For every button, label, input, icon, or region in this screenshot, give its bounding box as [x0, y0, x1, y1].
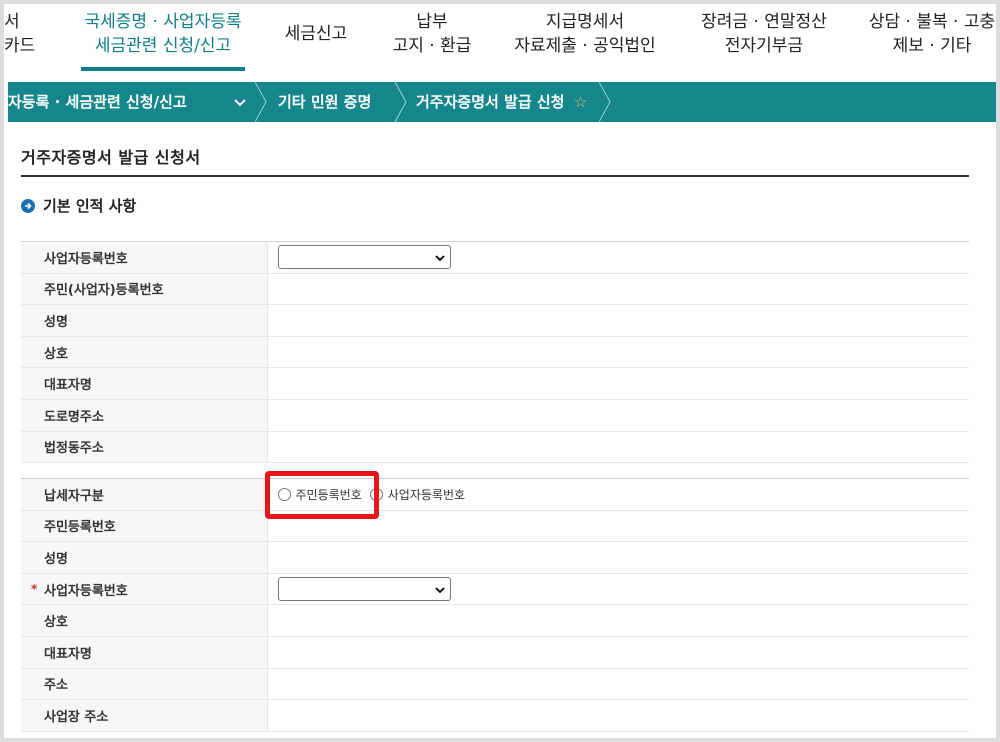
taxpayer-type-radio-group: 주민등록번호 사업자등록번호: [277, 486, 970, 503]
top-navigation: 서 카드 국세증명 · 사업자등록 세금관련 신청/신고 세금신고 납부 고지 …: [4, 4, 996, 80]
breadcrumb-separator-icon: [598, 82, 612, 122]
nav-item-line1: 납부: [416, 12, 448, 32]
field-label: 대표자명: [21, 367, 267, 400]
section-heading: 기본 인적 사항: [21, 195, 136, 216]
table-row: 대표자명: [21, 367, 969, 400]
field-label: 사업자등록번호: [44, 583, 128, 599]
table-row: 도로명주소: [21, 399, 969, 432]
table-row: 사업자등록번호: [21, 241, 969, 274]
title-divider: [21, 175, 969, 177]
field-value: [266, 573, 969, 606]
nav-item-line1: 상담 · 불복 · 고충: [868, 12, 996, 32]
field-label: 납세자구분: [21, 478, 267, 511]
nav-item-card[interactable]: 서 카드: [4, 10, 44, 58]
radio-label: 사업자등록번호: [387, 487, 466, 502]
chevron-down-icon: [234, 84, 246, 124]
breadcrumb-separator-icon: [254, 82, 268, 122]
field-value: [266, 636, 969, 669]
field-label: 주민(사업자)등록번호: [21, 273, 267, 306]
field-label: 대표자명: [21, 636, 267, 669]
nav-item-consulting[interactable]: 상담 · 불복 · 고충 제보 · 기타: [862, 10, 996, 58]
breadcrumb-separator-icon: [394, 82, 408, 122]
required-marker: *: [31, 582, 38, 597]
nav-item-line1: 서: [4, 12, 20, 32]
field-value: [266, 699, 969, 732]
page-title: 거주자증명서 발급 신청서: [21, 148, 201, 167]
nav-item-tax-filing[interactable]: 세금신고: [274, 22, 358, 46]
basic-info-table: 사업자등록번호 주민(사업자)등록번호 성명 상호 대표자명 도로명주소 법정동…: [21, 241, 969, 464]
nav-item-line2: 카드: [4, 36, 36, 56]
breadcrumb-level3[interactable]: 거주자증명서 발급 신청 ☆: [416, 82, 587, 122]
field-value: [266, 241, 969, 274]
breadcrumb: 자등록 · 세금관련 신청/신고 기타 민원 증명 거주자증명서 발급 신청 ☆: [8, 82, 996, 122]
field-value: [266, 431, 969, 464]
nav-item-line2: 자료제출 · 공익법인: [514, 36, 656, 56]
field-label: 사업자등록번호: [21, 241, 267, 274]
table-row: 납세자구분 주민등록번호 사업자등록번호: [21, 478, 970, 511]
highlight-box: [265, 471, 379, 519]
table-row: * 사업자등록번호: [21, 573, 969, 606]
field-value: [266, 604, 969, 637]
field-value: [266, 541, 969, 574]
star-outline-icon[interactable]: ☆: [574, 93, 587, 111]
nav-item-certificates[interactable]: 국세증명 · 사업자등록 세금관련 신청/신고: [81, 10, 245, 58]
browser-frame: 서 카드 국세증명 · 사업자등록 세금관련 신청/신고 세금신고 납부 고지 …: [0, 0, 1000, 742]
field-value: [266, 304, 969, 337]
field-label: 사업장 주소: [21, 699, 267, 732]
business-number-select[interactable]: [277, 577, 451, 602]
section-title: 기본 인적 사항: [43, 197, 137, 215]
field-label: 성명: [21, 541, 267, 574]
radio-business-number[interactable]: 사업자등록번호: [369, 486, 466, 503]
table-row: 주민(사업자)등록번호: [21, 273, 969, 306]
breadcrumb-level2[interactable]: 기타 민원 증명: [278, 82, 371, 122]
nav-item-payment[interactable]: 납부 고지 · 환급: [384, 10, 480, 58]
table-row: 주소: [21, 668, 969, 701]
table-row: 주민등록번호: [21, 510, 969, 543]
field-value: [266, 668, 969, 701]
chevron-down-icon: [434, 584, 445, 599]
business-number-select[interactable]: [277, 245, 451, 270]
table-row: 법정동주소: [21, 431, 969, 464]
nav-item-line1: 세금신고: [284, 24, 348, 44]
field-label: 성명: [21, 304, 267, 337]
field-label: 도로명주소: [21, 399, 267, 432]
breadcrumb-level3-label: 거주자증명서 발급 신청: [416, 93, 565, 111]
table-row: 성명: [21, 304, 969, 337]
field-label-required: * 사업자등록번호: [21, 573, 267, 606]
chevron-down-icon: [434, 252, 445, 267]
breadcrumb-level2-label: 기타 민원 증명: [278, 93, 372, 111]
nav-item-line2: 전자기부금: [724, 36, 804, 56]
breadcrumb-level1[interactable]: 자등록 · 세금관련 신청/신고: [8, 82, 246, 122]
active-nav-indicator: [81, 67, 245, 71]
nav-item-statements[interactable]: 지급명세서 자료제출 · 공익법인: [510, 10, 660, 58]
field-label: 상호: [21, 336, 267, 369]
nav-item-incentives[interactable]: 장려금 · 연말정산 전자기부금: [694, 10, 834, 58]
table-row: 상호: [21, 604, 969, 637]
field-value: [266, 399, 969, 432]
field-value: [266, 367, 969, 400]
nav-item-line2: 제보 · 기타: [892, 36, 972, 56]
table-row: 사업장 주소: [21, 699, 969, 732]
field-value: [266, 336, 969, 369]
field-label: 주민등록번호: [21, 510, 267, 543]
nav-item-line1: 지급명세서: [545, 12, 625, 32]
breadcrumb-level1-label: 자등록 · 세금관련 신청/신고: [8, 93, 187, 111]
field-label: 주소: [21, 668, 267, 701]
table-row: 상호: [21, 336, 969, 369]
nav-item-line2: 고지 · 환급: [392, 36, 472, 56]
taxpayer-table: 납세자구분 주민등록번호 사업자등록번호 주민등록번호 성명 * 사업자등록번호…: [21, 478, 969, 732]
field-label: 법정동주소: [21, 431, 267, 464]
arrow-circle-icon: [21, 198, 35, 213]
table-row: 대표자명: [21, 636, 969, 669]
nav-item-line1: 국세증명 · 사업자등록: [84, 12, 242, 32]
field-label: 상호: [21, 604, 267, 637]
field-value: [266, 273, 969, 306]
nav-item-line2: 세금관련 신청/신고: [94, 36, 232, 56]
nav-item-line1: 장려금 · 연말정산: [701, 12, 827, 32]
table-row: 성명: [21, 541, 969, 574]
